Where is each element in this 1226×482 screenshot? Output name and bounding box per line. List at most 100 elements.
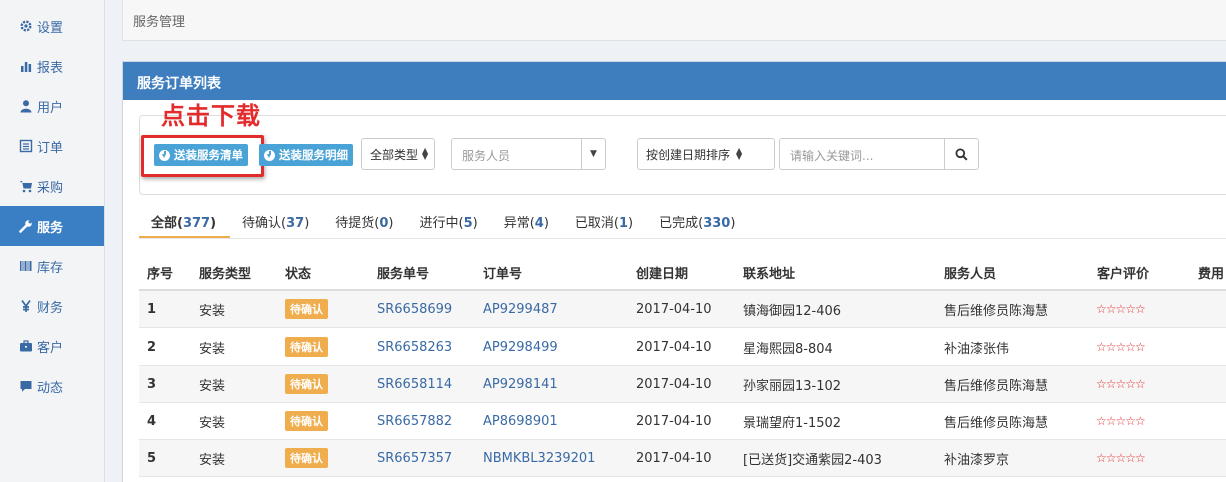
service-number-link[interactable]: SR6658263 bbox=[377, 329, 452, 365]
staff-select-placeholder: 服务人员 bbox=[462, 149, 511, 163]
service-staff: 售后维修员陈海慧 bbox=[944, 378, 1049, 394]
caret-down-icon[interactable]: ▼ bbox=[581, 139, 605, 169]
sidebar-item-label: 采购 bbox=[37, 180, 64, 196]
search-input[interactable]: 请输入关键词... bbox=[779, 138, 945, 170]
breadcrumb: 服务管理 bbox=[122, 0, 1226, 41]
tab-pending-confirm[interactable]: 待确认(37) bbox=[230, 207, 323, 239]
gear-icon bbox=[19, 19, 33, 33]
contact-address: 孙家丽园13-102 bbox=[743, 378, 842, 394]
table-header-row: 序号 服务类型 状态 服务单号 订单号 创建日期 联系地址 服务人员 客户评价 … bbox=[139, 255, 1226, 291]
type-select[interactable]: 全部类型 ▲ ▼ bbox=[361, 138, 435, 170]
order-number-link[interactable]: NBMKBL3239201 bbox=[483, 440, 595, 476]
column-header: 创建日期 bbox=[636, 266, 689, 282]
table-row[interactable]: 4 安装 待确认 SR6657882 AP8698901 2017-04-10 … bbox=[139, 403, 1226, 440]
column-header: 服务类型 bbox=[199, 266, 252, 282]
status-badge: 待确认 bbox=[285, 411, 328, 431]
install-detail-label: 送装服务明细 bbox=[279, 148, 348, 162]
sidebar-item-customers[interactable]: 客户 bbox=[0, 326, 104, 366]
tab-in-progress[interactable]: 进行中(5) bbox=[408, 207, 492, 239]
sidebar-item-label: 订单 bbox=[37, 140, 64, 156]
table-row[interactable]: 2 安装 待确认 SR6658263 AP9298499 2017-04-10 … bbox=[139, 329, 1226, 366]
table-row[interactable]: 1 安装 待确认 SR6658699 AP9299487 2017-04-10 … bbox=[139, 291, 1226, 328]
contact-address: [已送货]交通紫园2-403 bbox=[743, 452, 882, 468]
comment-icon bbox=[19, 379, 33, 393]
created-date: 2017-04-10 bbox=[636, 339, 712, 355]
table-row[interactable]: 5 安装 待确认 SR6657357 NBMKBL3239201 2017-04… bbox=[139, 440, 1226, 477]
status-badge: 待确认 bbox=[285, 374, 328, 394]
column-header: 客户评价 bbox=[1097, 266, 1150, 282]
created-date: 2017-04-10 bbox=[636, 450, 712, 466]
search-icon bbox=[955, 148, 968, 161]
service-type: 安装 bbox=[199, 341, 226, 357]
rating-stars[interactable]: ☆☆☆☆☆ bbox=[1096, 329, 1146, 365]
status-badge: 待确认 bbox=[285, 448, 328, 468]
search-button[interactable] bbox=[945, 138, 979, 170]
sort-select-value: 按创建日期排序 bbox=[646, 147, 731, 162]
created-date: 2017-04-10 bbox=[636, 413, 712, 429]
row-number: 1 bbox=[147, 301, 157, 317]
sidebar-item-finance[interactable]: 财务 bbox=[0, 286, 104, 326]
sidebar: 设置 报表 用户 订单 采购 服务 库存 财务 客户 动态 bbox=[0, 0, 105, 482]
type-select-value: 全部类型 bbox=[370, 147, 419, 162]
sidebar-item-label: 客户 bbox=[37, 340, 64, 356]
row-number: 3 bbox=[147, 376, 157, 392]
column-header: 序号 bbox=[147, 266, 174, 282]
sidebar-item-service[interactable]: 服务 bbox=[0, 206, 104, 246]
contact-address: 星海熙园8-804 bbox=[743, 341, 833, 357]
tab-pending-pickup[interactable]: 待提货(0) bbox=[323, 207, 407, 239]
sidebar-item-orders[interactable]: 订单 bbox=[0, 126, 104, 166]
sidebar-item-reports[interactable]: 报表 bbox=[0, 46, 104, 86]
service-number-link[interactable]: SR6658114 bbox=[377, 366, 452, 402]
annotation-callout: 点击下载 bbox=[161, 102, 261, 130]
service-type: 安装 bbox=[199, 378, 226, 394]
sidebar-item-label: 服务 bbox=[37, 220, 64, 236]
download-icon bbox=[264, 149, 275, 161]
service-number-link[interactable]: SR6657357 bbox=[377, 440, 452, 476]
order-number-link[interactable]: AP9299487 bbox=[483, 291, 558, 327]
wrench-icon bbox=[19, 219, 33, 233]
install-detail-download-button[interactable]: 送装服务明细 bbox=[259, 144, 353, 166]
service-number-link[interactable]: SR6658699 bbox=[377, 291, 452, 327]
created-date: 2017-04-10 bbox=[636, 301, 712, 317]
install-list-download-button[interactable]: 送装服务清单 bbox=[154, 144, 248, 166]
sidebar-item-users[interactable]: 用户 bbox=[0, 86, 104, 126]
sidebar-item-label: 报表 bbox=[37, 60, 64, 76]
contact-address: 镇海御园12-406 bbox=[743, 303, 842, 319]
order-number-link[interactable]: AP9298141 bbox=[483, 366, 558, 402]
row-number: 2 bbox=[147, 339, 157, 355]
sidebar-item-label: 财务 bbox=[37, 300, 64, 316]
rating-stars[interactable]: ☆☆☆☆☆ bbox=[1096, 366, 1146, 402]
sidebar-item-activity[interactable]: 动态 bbox=[0, 366, 104, 406]
tab-all[interactable]: 全部(377) bbox=[139, 207, 231, 239]
keyword-search: 请输入关键词... bbox=[779, 138, 979, 170]
tab-cancelled[interactable]: 已取消(1) bbox=[563, 207, 647, 239]
sidebar-item-purchase[interactable]: 采购 bbox=[0, 166, 104, 206]
tab-completed[interactable]: 已完成(330) bbox=[647, 207, 749, 239]
column-header: 联系地址 bbox=[743, 266, 796, 282]
column-header: 服务单号 bbox=[377, 266, 430, 282]
sidebar-item-settings[interactable]: 设置 bbox=[0, 6, 104, 46]
sidebar-item-inventory[interactable]: 库存 bbox=[0, 246, 104, 286]
rating-stars[interactable]: ☆☆☆☆☆ bbox=[1096, 291, 1146, 327]
panel-title: 服务订单列表 bbox=[123, 62, 1226, 100]
column-header: 订单号 bbox=[483, 266, 523, 282]
staff-select[interactable]: 服务人员 ▼ bbox=[451, 138, 606, 170]
order-number-link[interactable]: AP9298499 bbox=[483, 329, 558, 365]
column-header: 费用 bbox=[1198, 266, 1225, 282]
rating-stars[interactable]: ☆☆☆☆☆ bbox=[1096, 403, 1146, 439]
table-row[interactable]: 3 安装 待确认 SR6658114 AP9298141 2017-04-10 … bbox=[139, 366, 1226, 403]
sidebar-item-label: 库存 bbox=[37, 260, 64, 276]
status-badge: 待确认 bbox=[285, 299, 328, 319]
tabs-divider bbox=[139, 238, 1226, 239]
column-header: 服务人员 bbox=[944, 266, 997, 282]
sort-select[interactable]: 按创建日期排序 ▲ ▼ bbox=[637, 138, 775, 170]
order-number-link[interactable]: AP8698901 bbox=[483, 403, 558, 439]
service-staff: 补油漆罗京 bbox=[944, 452, 1010, 468]
download-icon bbox=[159, 149, 170, 161]
created-date: 2017-04-10 bbox=[636, 376, 712, 392]
service-staff: 售后维修员陈海慧 bbox=[944, 415, 1049, 431]
rating-stars[interactable]: ☆☆☆☆☆ bbox=[1096, 440, 1146, 476]
status-badge: 待确认 bbox=[285, 337, 328, 357]
service-number-link[interactable]: SR6657882 bbox=[377, 403, 452, 439]
tab-exception[interactable]: 异常(4) bbox=[492, 207, 563, 239]
